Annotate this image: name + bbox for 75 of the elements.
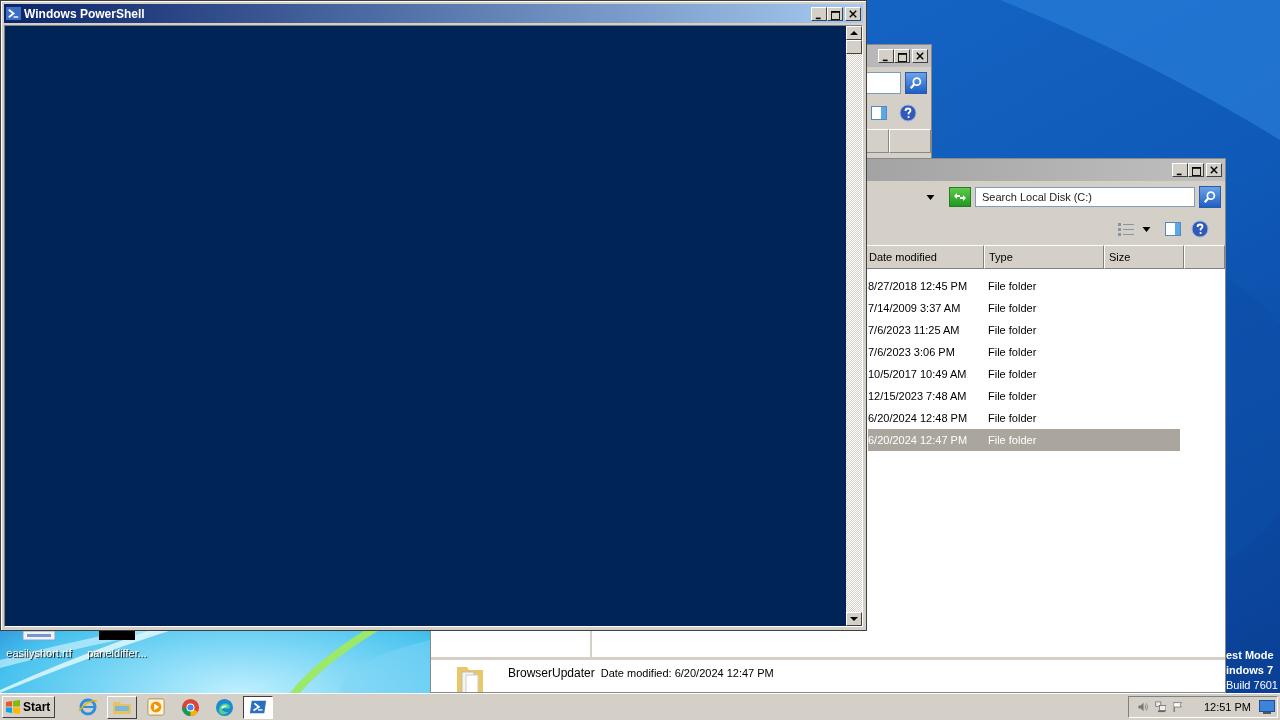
file-row[interactable]: 7/6/2023 3:06 PM File folder	[868, 341, 1180, 363]
date-cell-text: 7/6/2023 3:06 PM	[868, 346, 956, 358]
edge-icon	[214, 697, 234, 717]
watermark-text: Build 7601	[1226, 678, 1278, 693]
file-row[interactable]: 12/15/2023 7:48 AM File folder	[868, 385, 1180, 407]
type-cell-text: File folder	[988, 302, 1038, 314]
refresh-button[interactable]	[949, 187, 971, 207]
type-cell-text: File folder	[988, 324, 1038, 336]
close-icon	[916, 52, 924, 60]
close-icon	[1210, 166, 1218, 174]
type-cell-text: File folder	[988, 368, 1038, 380]
date-cell-text: 7/14/2009 3:37 AM	[868, 302, 962, 314]
dropdown-icon[interactable]	[926, 194, 935, 200]
date-cell-text: 7/6/2023 11:25 AM	[868, 324, 961, 336]
maximize-icon	[1191, 167, 1201, 176]
search-icon	[1203, 190, 1217, 204]
type-cell-text: File folder	[988, 434, 1038, 446]
preview-pane-icon[interactable]	[871, 105, 887, 121]
search-icon	[909, 76, 923, 90]
show-desktop-button[interactable]	[1257, 700, 1277, 714]
help-icon[interactable]	[899, 104, 917, 122]
search-button[interactable]	[1199, 186, 1221, 208]
play-icon	[147, 698, 166, 716]
type-cell-text: File folder	[988, 412, 1038, 424]
taskbar-button[interactable]	[243, 695, 274, 719]
minimize-button[interactable]	[811, 6, 827, 21]
scroll-up-button[interactable]	[846, 26, 862, 40]
date-cell-text: 6/20/2024 12:47 PM	[868, 434, 969, 446]
watermark-text: indows 7	[1226, 663, 1275, 678]
date-cell-text: 6/20/2024 12:48 PM	[868, 412, 969, 424]
watermark-text: est Mode	[1226, 648, 1275, 663]
file-row[interactable]: 8/27/2018 12:45 PM File folder	[868, 275, 1180, 297]
file-row[interactable]: 10/5/2017 10:49 AM File folder	[868, 363, 1180, 385]
desktop-icon	[1259, 700, 1275, 714]
windows-logo-icon	[5, 699, 21, 715]
start-button[interactable]: Start	[2, 696, 56, 718]
flag-icon[interactable]	[1172, 699, 1184, 715]
date-cell-text: 10/5/2017 10:49 AM	[868, 368, 968, 380]
type-cell-text: File folder	[988, 280, 1038, 292]
window-title: Windows PowerShell	[24, 6, 145, 21]
file-row[interactable]: 7/14/2009 3:37 AM File folder	[868, 297, 1180, 319]
help-icon[interactable]	[1191, 220, 1209, 238]
date-cell-text: 8/27/2018 12:45 PM	[868, 280, 969, 292]
file-row[interactable]: 7/6/2023 11:25 AM File folder	[868, 319, 1180, 341]
type-cell-text: File folder	[988, 346, 1038, 358]
clock[interactable]: 12:51 PM	[1203, 701, 1251, 713]
date-cell-text: 12/15/2023 7:48 AM	[868, 390, 968, 402]
scroll-thumb[interactable]	[846, 40, 862, 54]
powershell-icon	[6, 6, 21, 21]
close-button[interactable]	[845, 6, 861, 21]
caret-icon[interactable]	[1142, 226, 1151, 232]
browser-icon	[78, 697, 99, 717]
close-icon	[849, 9, 857, 18]
column-header[interactable]: Type	[984, 245, 1104, 269]
type-cell-text: File folder	[988, 390, 1038, 402]
item-name: BrowserUpdater	[508, 666, 595, 680]
search-button[interactable]	[905, 72, 927, 94]
chrome-icon	[180, 697, 200, 717]
powershell-icon	[249, 698, 268, 716]
refresh-icon	[953, 192, 967, 202]
file-icon[interactable]	[99, 631, 135, 641]
scrollbar[interactable]	[846, 26, 862, 626]
down-arrow-icon	[850, 617, 858, 621]
scroll-down-button[interactable]	[846, 612, 862, 626]
maximize-icon	[830, 10, 840, 20]
column-header[interactable]: Size	[1104, 245, 1184, 269]
maximize-button[interactable]	[827, 6, 843, 21]
network-icon[interactable]	[1154, 699, 1167, 715]
up-arrow-icon	[850, 31, 858, 35]
maximize-icon	[897, 53, 907, 62]
document-icon[interactable]	[21, 631, 57, 641]
search-field[interactable]: Search Local Disk (C:)	[975, 187, 1195, 207]
preview-pane-icon[interactable]	[1165, 221, 1181, 237]
file-row[interactable]: 6/20/2024 12:48 PM File folder	[868, 407, 1180, 429]
date-modified-text: Date modified: 6/20/2024 12:47 PM	[600, 667, 774, 679]
